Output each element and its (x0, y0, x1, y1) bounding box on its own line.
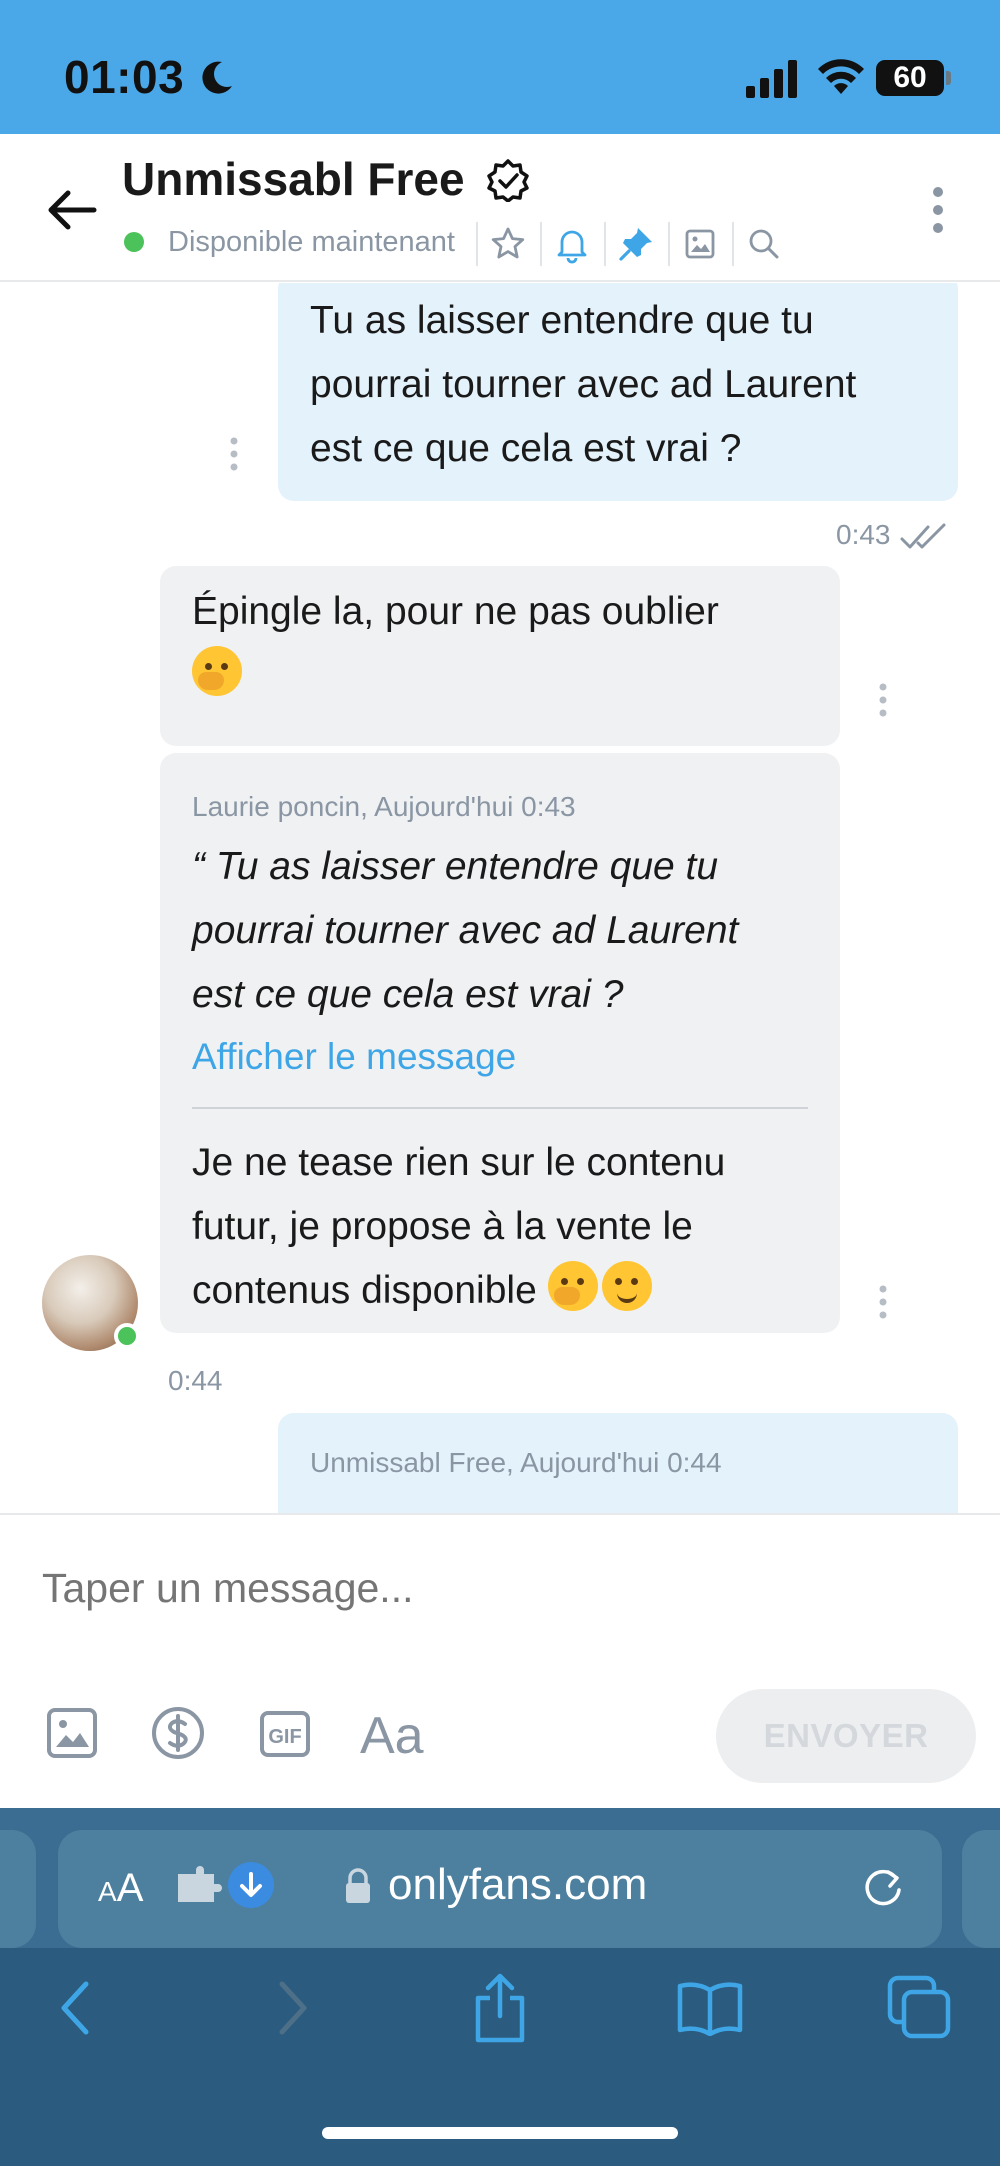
avatar[interactable] (42, 1255, 140, 1351)
signal-icon (746, 60, 797, 98)
gif-icon[interactable]: GIF (258, 1705, 314, 1761)
message-options-icon[interactable] (878, 683, 888, 717)
address-bar[interactable]: AA onlyfans.com (58, 1830, 942, 1948)
chat-title[interactable]: Unmissabl Free (122, 152, 465, 206)
status-time: 01:03 (64, 51, 185, 103)
more-options-icon[interactable] (928, 184, 948, 236)
emoji-hand-over-mouth (192, 646, 242, 696)
search-icon[interactable] (744, 224, 784, 264)
message-options-icon[interactable] (229, 437, 239, 471)
header-divider (604, 222, 606, 266)
url-text[interactable]: onlyfans.com (388, 1860, 647, 1910)
back-arrow-icon[interactable] (46, 184, 98, 236)
extension-icon[interactable] (174, 1866, 222, 1906)
dollar-icon[interactable] (150, 1705, 206, 1761)
browser-toolbar: AA onlyfans.com (0, 1808, 1000, 2166)
status-bar: 01:03 60 (0, 0, 1000, 134)
avatar-online-indicator (114, 1323, 140, 1349)
header-divider (476, 222, 478, 266)
svg-text:Aa: Aa (360, 1707, 424, 1761)
moon-icon (202, 61, 232, 94)
quote-text: “ Tu as laisser entendre que tu pourrai … (192, 845, 739, 1016)
online-indicator (124, 232, 144, 252)
wifi-icon (818, 59, 864, 94)
double-check-icon (900, 523, 946, 549)
outgoing-message[interactable]: Tu as laisser entendre que tu pourrai to… (278, 283, 958, 501)
battery-level: 60 (876, 60, 944, 96)
tabs-icon[interactable] (886, 1974, 952, 2040)
message-list[interactable]: Tu as laisser entendre que tu pourrai to… (0, 283, 1000, 1513)
lock-icon (346, 1868, 370, 1903)
bell-icon[interactable] (552, 224, 592, 264)
message-time: 0:43 (836, 519, 891, 550)
forward-icon[interactable] (272, 1978, 312, 2038)
share-icon[interactable] (470, 1972, 530, 2044)
emoji-hand-over-mouth (547, 1261, 598, 1311)
incoming-reply-message[interactable]: Laurie poncin, Aujourd'hui 0:43 “ Tu as … (160, 753, 840, 1333)
download-badge-icon (228, 1862, 274, 1908)
svg-text:GIF: GIF (268, 1726, 301, 1748)
previous-tab[interactable] (0, 1830, 36, 1948)
header-divider (668, 222, 670, 266)
outgoing-reply-message[interactable]: Unmissabl Free, Aujourd'hui 0:44 (278, 1413, 958, 1513)
home-indicator (322, 2127, 678, 2139)
message-composer: GIF Aa ENVOYER (0, 1513, 1000, 1808)
message-text: Tu as laisser entendre que tu pourrai to… (310, 299, 857, 470)
availability-status: Disponible maintenant (168, 226, 455, 258)
next-tab[interactable] (962, 1830, 1000, 1948)
battery-cap (946, 71, 951, 85)
back-icon[interactable] (56, 1978, 96, 2038)
incoming-message[interactable]: Épingle la, pour ne pas oublier (160, 566, 840, 746)
quote-author: Unmissabl Free, Aujourd'hui 0:44 (310, 1447, 722, 1478)
font-icon[interactable]: Aa (360, 1705, 430, 1761)
image-icon[interactable] (680, 224, 720, 264)
star-icon[interactable] (488, 224, 528, 264)
quote-divider (192, 1107, 808, 1109)
reader-settings-button[interactable]: AA (98, 1866, 143, 1911)
send-button[interactable]: ENVOYER (716, 1689, 976, 1783)
reload-icon[interactable] (858, 1862, 908, 1912)
quote-author: Laurie poncin, Aujourd'hui 0:43 (192, 791, 576, 822)
message-input[interactable] (42, 1565, 942, 1612)
message-time: 0:44 (168, 1365, 223, 1396)
header-divider (732, 222, 734, 266)
message-options-icon[interactable] (878, 1285, 888, 1319)
bookmarks-icon[interactable] (676, 1980, 744, 2036)
verified-badge-icon (487, 159, 529, 202)
message-text: Épingle la, pour ne pas oublier (192, 590, 719, 633)
header-divider (540, 222, 542, 266)
browser-address-area: AA onlyfans.com (0, 1808, 1000, 1948)
image-icon[interactable] (44, 1705, 100, 1761)
emoji-smirk (601, 1261, 652, 1311)
pin-icon[interactable] (616, 224, 656, 264)
show-message-link[interactable]: Afficher le message (192, 1027, 808, 1087)
chat-header: Unmissabl Free Disponible maintenant (0, 134, 1000, 282)
